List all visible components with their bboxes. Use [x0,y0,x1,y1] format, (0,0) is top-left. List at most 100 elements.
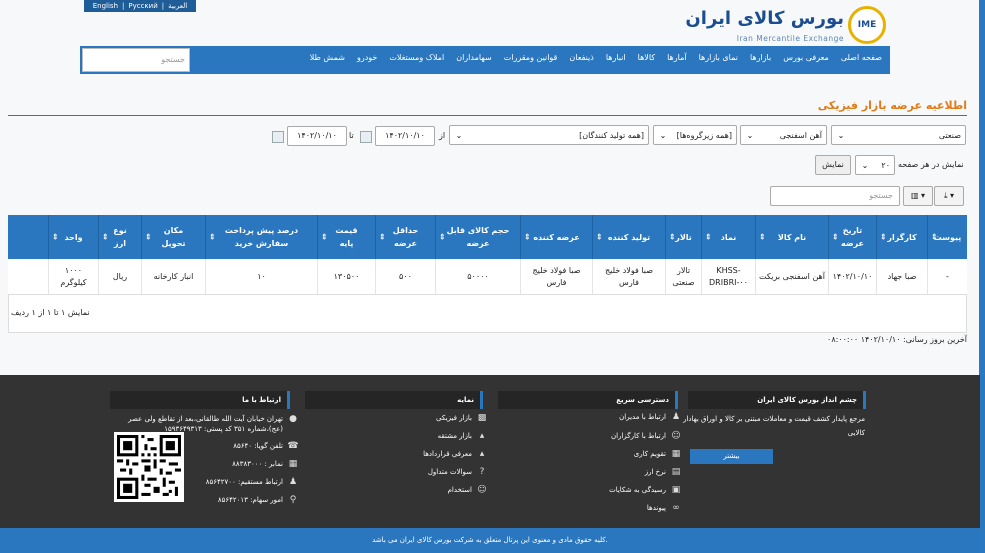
col-header[interactable]: تالار ⇕ [665,215,701,259]
nav-item[interactable]: املاک ومستغلات [383,46,450,74]
grid-row-count: نمایش ۱ تا ۱ از ۱ ردیف [11,308,90,317]
footer-link[interactable]: ▤ نرخ ارز [645,467,682,477]
page-size-select[interactable]: ۲۰ ⌄ [855,155,895,175]
columns-button[interactable]: ▥ ▾ [903,186,933,206]
footer-link[interactable]: ▦ تقویم کاری [634,449,682,459]
footer-link-label: بازار فیزیکی [436,414,472,422]
nav-item[interactable]: کالاها [632,46,661,74]
col-header[interactable]: واحد ⇕ [48,215,98,259]
nav-item[interactable]: ذینفعان [563,46,599,74]
lang-sep: | [161,2,165,10]
sort-icon: ⇕ [705,232,712,242]
nav-item[interactable]: شمش طلا [304,46,351,74]
footer-link[interactable]: ∞ پیوندها [647,503,682,513]
more-button[interactable]: بیشتر [690,449,773,464]
nav-item[interactable]: قوانین ومقررات [498,46,564,74]
footer-fax: ▦ نمابر : ۸۸۳۸۳۰۰۰ [232,459,299,469]
grid-search-input[interactable]: جستجو [770,186,900,206]
table-cell: ۵۰۰ [375,259,435,294]
from-date-input[interactable]: ۱۴۰۲/۱۰/۱۰ [375,126,435,146]
footer-link[interactable]: ? سوالات متداول [428,467,488,477]
col-header-label: حداقل عرضه [392,226,419,248]
sort-icon: ⇕ [524,232,531,242]
footer-link-label: ارتباط با کارگزاران [611,432,666,440]
search-person-icon: ⚲ [289,495,297,505]
footer-link[interactable]: ▩ بازار فیزیکی [436,413,488,423]
col-header[interactable]: تاریخ عرضه ⇕ [828,215,876,259]
nav-item[interactable]: آمارها [661,46,692,74]
last-update: آخرین بروز رسانی: ۱۴۰۲/۱۰/۱۰ ۰۸:۰۰:۰۰ [827,335,967,344]
footer-quick-title: دسترسی سریع [498,391,678,409]
lang-arabic[interactable]: العربية [168,2,187,10]
col-header-label: نام کالا [777,232,807,242]
line-chart-icon: ▴ [479,431,485,441]
table-cell: صبا جهاد [876,259,927,294]
show-button[interactable]: نمایش [815,155,851,175]
grid-footer: نمایش ۱ تا ۱ از ۱ ردیف [8,295,967,333]
footer-link[interactable]: ▴ معرفی قراردادها [423,449,488,459]
site-logo[interactable]: IME بورس کالای ایران Iran Mercantile Exc… [685,4,890,46]
hiring-icon: ☺ [477,485,487,495]
nav-item[interactable]: سهامداران [450,46,498,74]
col-header[interactable]: کارگزار ⇕ [876,215,927,259]
col-header-label: واحد [64,232,83,242]
calendar-icon[interactable] [272,131,284,143]
nav-item[interactable]: انبارها [600,46,632,74]
bar-chart-icon: ▩ [477,413,487,423]
market-select[interactable]: صنعتی ⌄ [831,125,966,145]
col-header[interactable]: نماد ⇕ [701,215,755,259]
col-header-label: تاریخ عرضه [840,226,865,248]
sort-icon: ⇕ [145,232,152,242]
subgroup-select[interactable]: [همه زیرگروه‌ها] ⌄ [653,125,737,145]
col-header[interactable]: نام کالا ⇕ [755,215,828,259]
col-header-label: قیمت پایه [335,226,358,248]
lang-russian[interactable]: Pyccкий [128,2,157,10]
chart-icon: ▤ [671,467,681,477]
to-date-input[interactable]: ۱۴۰۲/۱۰/۱۰ [287,126,347,146]
footer-link[interactable]: ☺ ارتباط با کارگزاران [611,431,682,441]
sort-icon: ⇕ [439,232,446,242]
nav-item[interactable]: معرفی بورس [777,46,835,74]
col-header[interactable]: نوع ارز ⇕ [98,215,141,259]
nav-item[interactable]: خودرو [351,46,383,74]
qr-code-image [117,435,181,499]
col-header[interactable]: تولید کننده ⇕ [592,215,665,259]
nav-item[interactable]: صفحه اصلی [835,46,888,74]
footer-about-line: کالایی [847,429,865,437]
footer-link-label: رسیدگی به شکایات [609,486,666,494]
footer-fax-text: نمابر : ۸۸۳۸۳۰۰۰ [232,460,283,468]
trend-icon: ▴ [479,449,485,459]
col-header[interactable]: پیوست ⇕ [927,215,967,259]
col-header[interactable]: حجم کالای قابل عرضه ⇕ [435,215,520,259]
footer-shares-text: امور سهام: ۸۵۶۴۲۰۱۳ [217,496,283,504]
footer-link[interactable]: ▣ رسیدگی به شکایات [609,485,682,495]
title-divider [8,115,967,116]
table-cell: - [927,259,967,294]
lang-english[interactable]: English [93,2,118,10]
person-icon: ☺ [671,431,681,441]
col-header[interactable]: قیمت پایه ⇕ [317,215,375,259]
copyright-bar: کلیه حقوق مادی و معنوی این پرتال متعلق ب… [0,528,980,553]
logo-title-en: Iran Mercantile Exchange [736,34,844,43]
footer-link-label: پیوندها [646,504,666,512]
col-header-label: پیوست [933,232,962,242]
producer-select[interactable]: [همه تولید کنندگان] ⌄ [449,125,649,145]
table-cell: صبا فولاد خلیج فارس [592,259,665,294]
table-row[interactable]: - صبا جهاد ۱۴۰۲/۱۰/۱۰ آهن اسفنجی بریکت K… [8,259,967,295]
calendar-icon[interactable] [360,131,372,143]
group-select[interactable]: آهن اسفنجی ⌄ [740,125,827,145]
site-search-input[interactable]: جستجو [82,48,190,72]
col-header[interactable]: حداقل عرضه ⇕ [375,215,435,259]
footer-link[interactable]: ▴ بازار مشتقه [438,431,488,441]
export-button[interactable]: ⤓ ▾ [934,186,964,206]
sort-icon: ⇕ [931,232,938,242]
col-header[interactable]: درصد پیش پرداخت سفارش خرید ⇕ [205,215,317,259]
table-cell: صبا فولاد خلیج فارس [520,259,592,294]
nav-item[interactable]: نمای بازارها [693,46,744,74]
col-header[interactable]: مکان تحویل ⇕ [141,215,205,259]
footer-link[interactable]: ☺ استخدام [448,485,488,495]
col-header[interactable]: عرضه کننده ⇕ [520,215,592,259]
nav-item[interactable]: بازارها [744,46,777,74]
footer-link[interactable]: ♟ ارتباط با مدیران [619,412,682,422]
fax-icon: ▦ [288,459,298,469]
